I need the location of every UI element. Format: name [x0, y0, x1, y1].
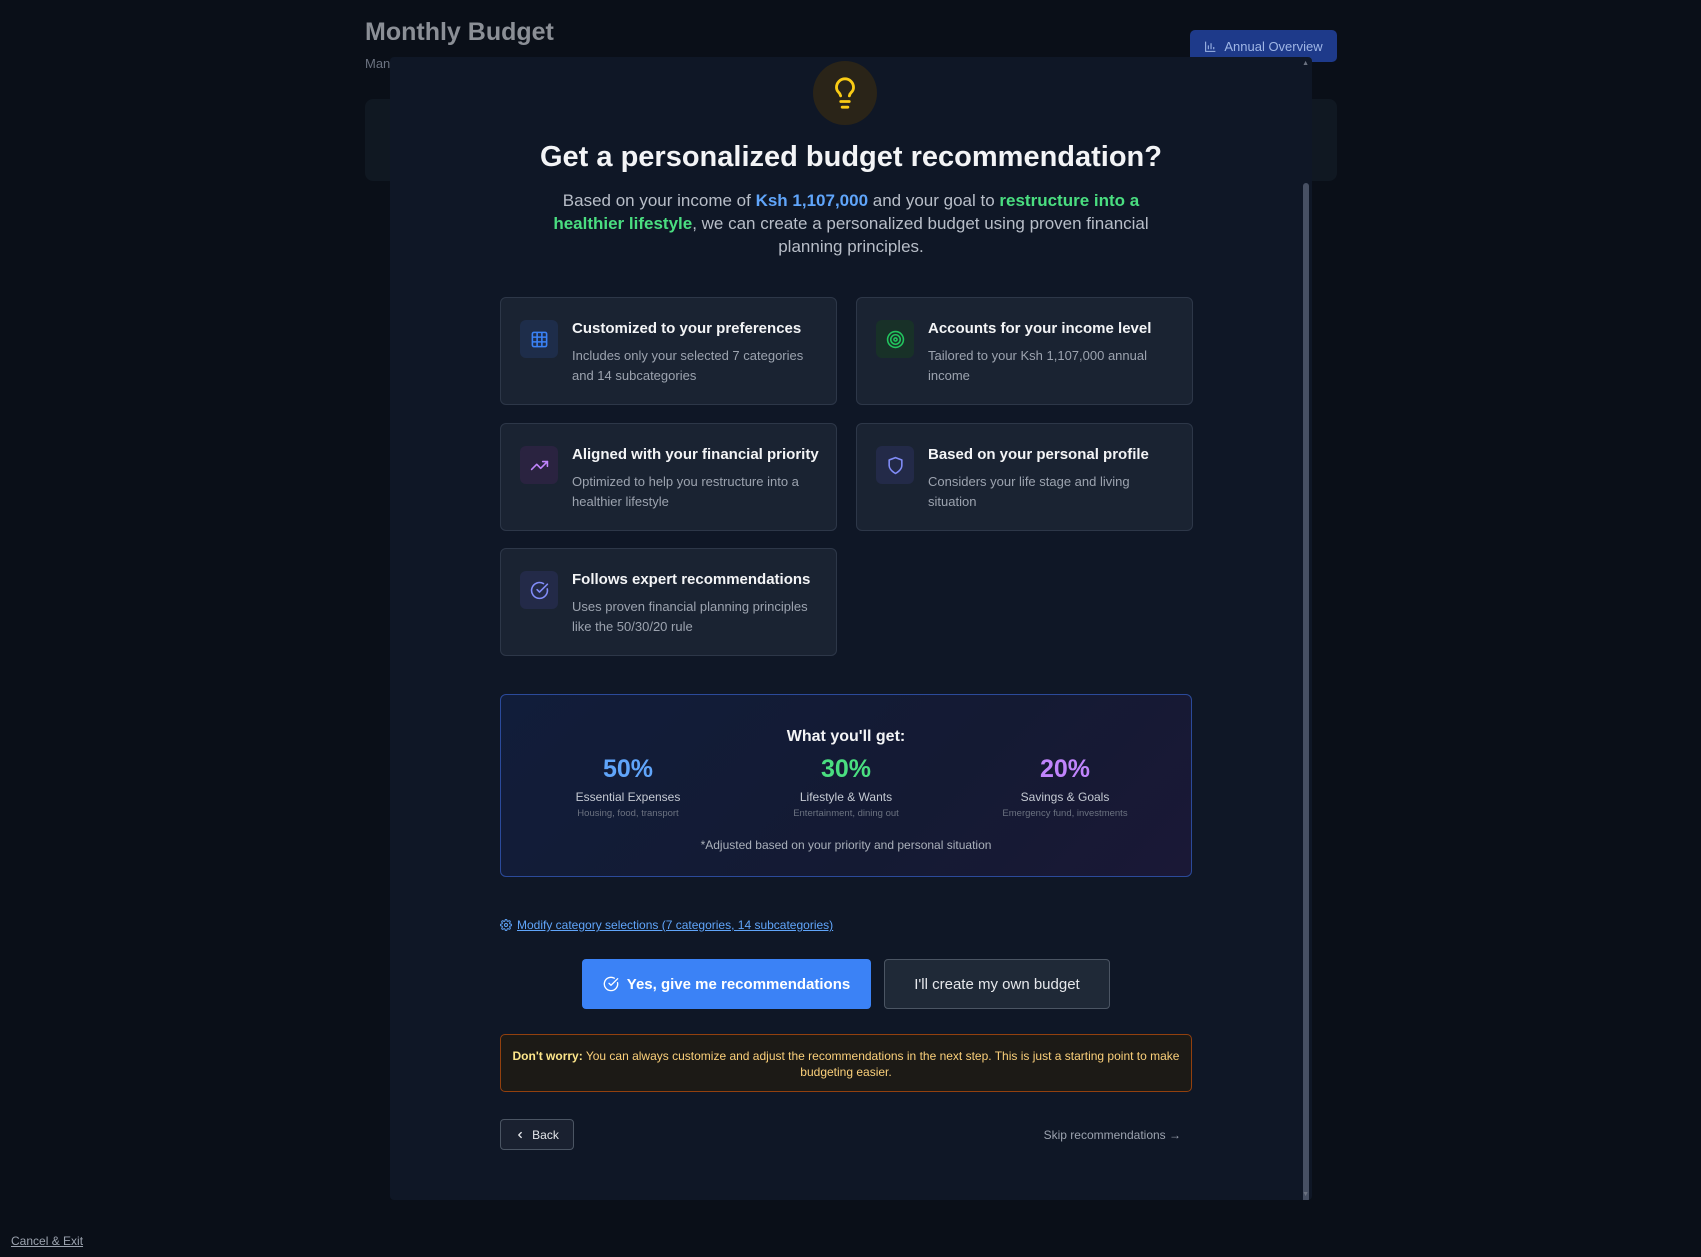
what-you-get-heading: What you'll get: [786, 728, 906, 745]
intro-suffix: , we can create a personalized budget us… [692, 214, 1149, 256]
modify-categories-label[interactable]: Modify category selections (7 categories… [517, 918, 833, 932]
gear-icon [500, 919, 512, 931]
scroll-up-arrow[interactable]: ▲ [1302, 60, 1309, 67]
shield-icon [887, 456, 903, 474]
feature-desc: Optimized to help you restructure into a… [572, 474, 799, 509]
feature-card-preferences: Customized to your preferences Includes … [500, 297, 837, 405]
feature-card-expert: Follows expert recommendations Uses prov… [500, 548, 837, 656]
modal-intro: Based on your income of Ksh 1,107,000 an… [540, 189, 1162, 258]
back-label: Back [532, 1127, 559, 1142]
feature-card-priority: Aligned with your financial priority Opt… [500, 423, 837, 531]
intro-income: Ksh 1,107,000 [755, 191, 869, 210]
reassurance-bold: Don't worry: [512, 1049, 583, 1063]
allocation-savings: 20% Savings & Goals Emergency fund, inve… [965, 755, 1165, 819]
what-you-get-panel: What you'll get: 50% Essential Expenses … [500, 694, 1192, 877]
allocation-label: Essential Expenses [575, 790, 681, 804]
allocation-value: 50% [602, 755, 654, 783]
feature-title: Based on your personal profile [928, 446, 1149, 463]
reassurance-note: Don't worry: You can always customize an… [500, 1034, 1192, 1092]
allocation-value: 20% [1039, 755, 1091, 783]
allocation-value: 30% [820, 755, 872, 783]
yes-recommendations-button[interactable]: Yes, give me recommendations [582, 959, 871, 1009]
adjustment-note: *Adjusted based on your priority and per… [700, 838, 992, 852]
trending-up-icon [530, 460, 548, 470]
allocation-sub: Emergency fund, investments [1002, 808, 1128, 819]
modify-categories-link[interactable]: Modify category selections (7 categories… [500, 918, 833, 932]
recommendation-modal: ▲ ▼ Get a personalized budget recommenda… [390, 57, 1312, 1200]
modal-title: Get a personalized budget recommendation… [540, 141, 1162, 173]
allocation-essential: 50% Essential Expenses Housing, food, tr… [528, 755, 728, 819]
lightbulb-icon [835, 77, 855, 109]
allocation-sub: Housing, food, transport [577, 808, 679, 819]
allocation-label: Savings & Goals [1020, 790, 1110, 804]
chevron-left-icon [518, 1131, 523, 1138]
grid-icon [531, 331, 547, 347]
intro-middle: and your goal to [868, 191, 1000, 210]
create-own-budget-label: I'll create my own budget [914, 975, 1080, 993]
feature-icon-box [876, 320, 914, 358]
create-own-budget-button[interactable]: I'll create my own budget [884, 959, 1110, 1009]
feature-title: Follows expert recommendations [572, 571, 811, 588]
page-subtitle: Man [365, 56, 391, 71]
feature-desc: Uses proven financial planning principle… [572, 599, 808, 634]
page-title: Monthly Budget [365, 18, 554, 46]
feature-card-profile: Based on your personal profile Considers… [856, 423, 1193, 531]
feature-title: Customized to your preferences [572, 320, 802, 337]
scroll-down-arrow[interactable]: ▼ [1302, 1191, 1309, 1198]
feature-desc: Considers your life stage and living sit… [928, 474, 1130, 509]
cancel-exit-link[interactable]: Cancel & Exit [11, 1234, 83, 1248]
yes-recommendations-label: Yes, give me recommendations [626, 975, 851, 993]
feature-icon-box [520, 571, 558, 609]
skip-recommendations-link[interactable]: Skip recommendations → [1044, 1128, 1181, 1142]
feature-desc: Tailored to your Ksh 1,107,000 annual in… [928, 348, 1147, 383]
allocation-lifestyle: 30% Lifestyle & Wants Entertainment, din… [746, 755, 946, 819]
feature-icon-box [520, 320, 558, 358]
allocation-label: Lifestyle & Wants [799, 790, 893, 804]
target-icon [886, 330, 904, 348]
back-button[interactable]: Back [500, 1119, 574, 1150]
feature-icon-box [520, 446, 558, 484]
check-circle-icon [530, 581, 548, 599]
modal-scrollbar[interactable] [1303, 183, 1309, 1200]
intro-prefix: Based on your income of [562, 191, 756, 210]
allocation-sub: Entertainment, dining out [793, 808, 899, 819]
feature-card-income: Accounts for your income level Tailored … [856, 297, 1193, 405]
feature-title: Aligned with your financial priority [572, 446, 819, 463]
bar-chart-icon [1205, 41, 1216, 52]
feature-icon-box [876, 446, 914, 484]
feature-desc: Includes only your selected 7 categories… [572, 348, 804, 383]
lightbulb-badge [813, 61, 877, 125]
check-circle-icon [603, 976, 619, 992]
feature-title: Accounts for your income level [928, 320, 1152, 337]
annual-overview-label: Annual Overview [1224, 38, 1323, 54]
reassurance-text: You can always customize and adjust the … [582, 1049, 1180, 1079]
